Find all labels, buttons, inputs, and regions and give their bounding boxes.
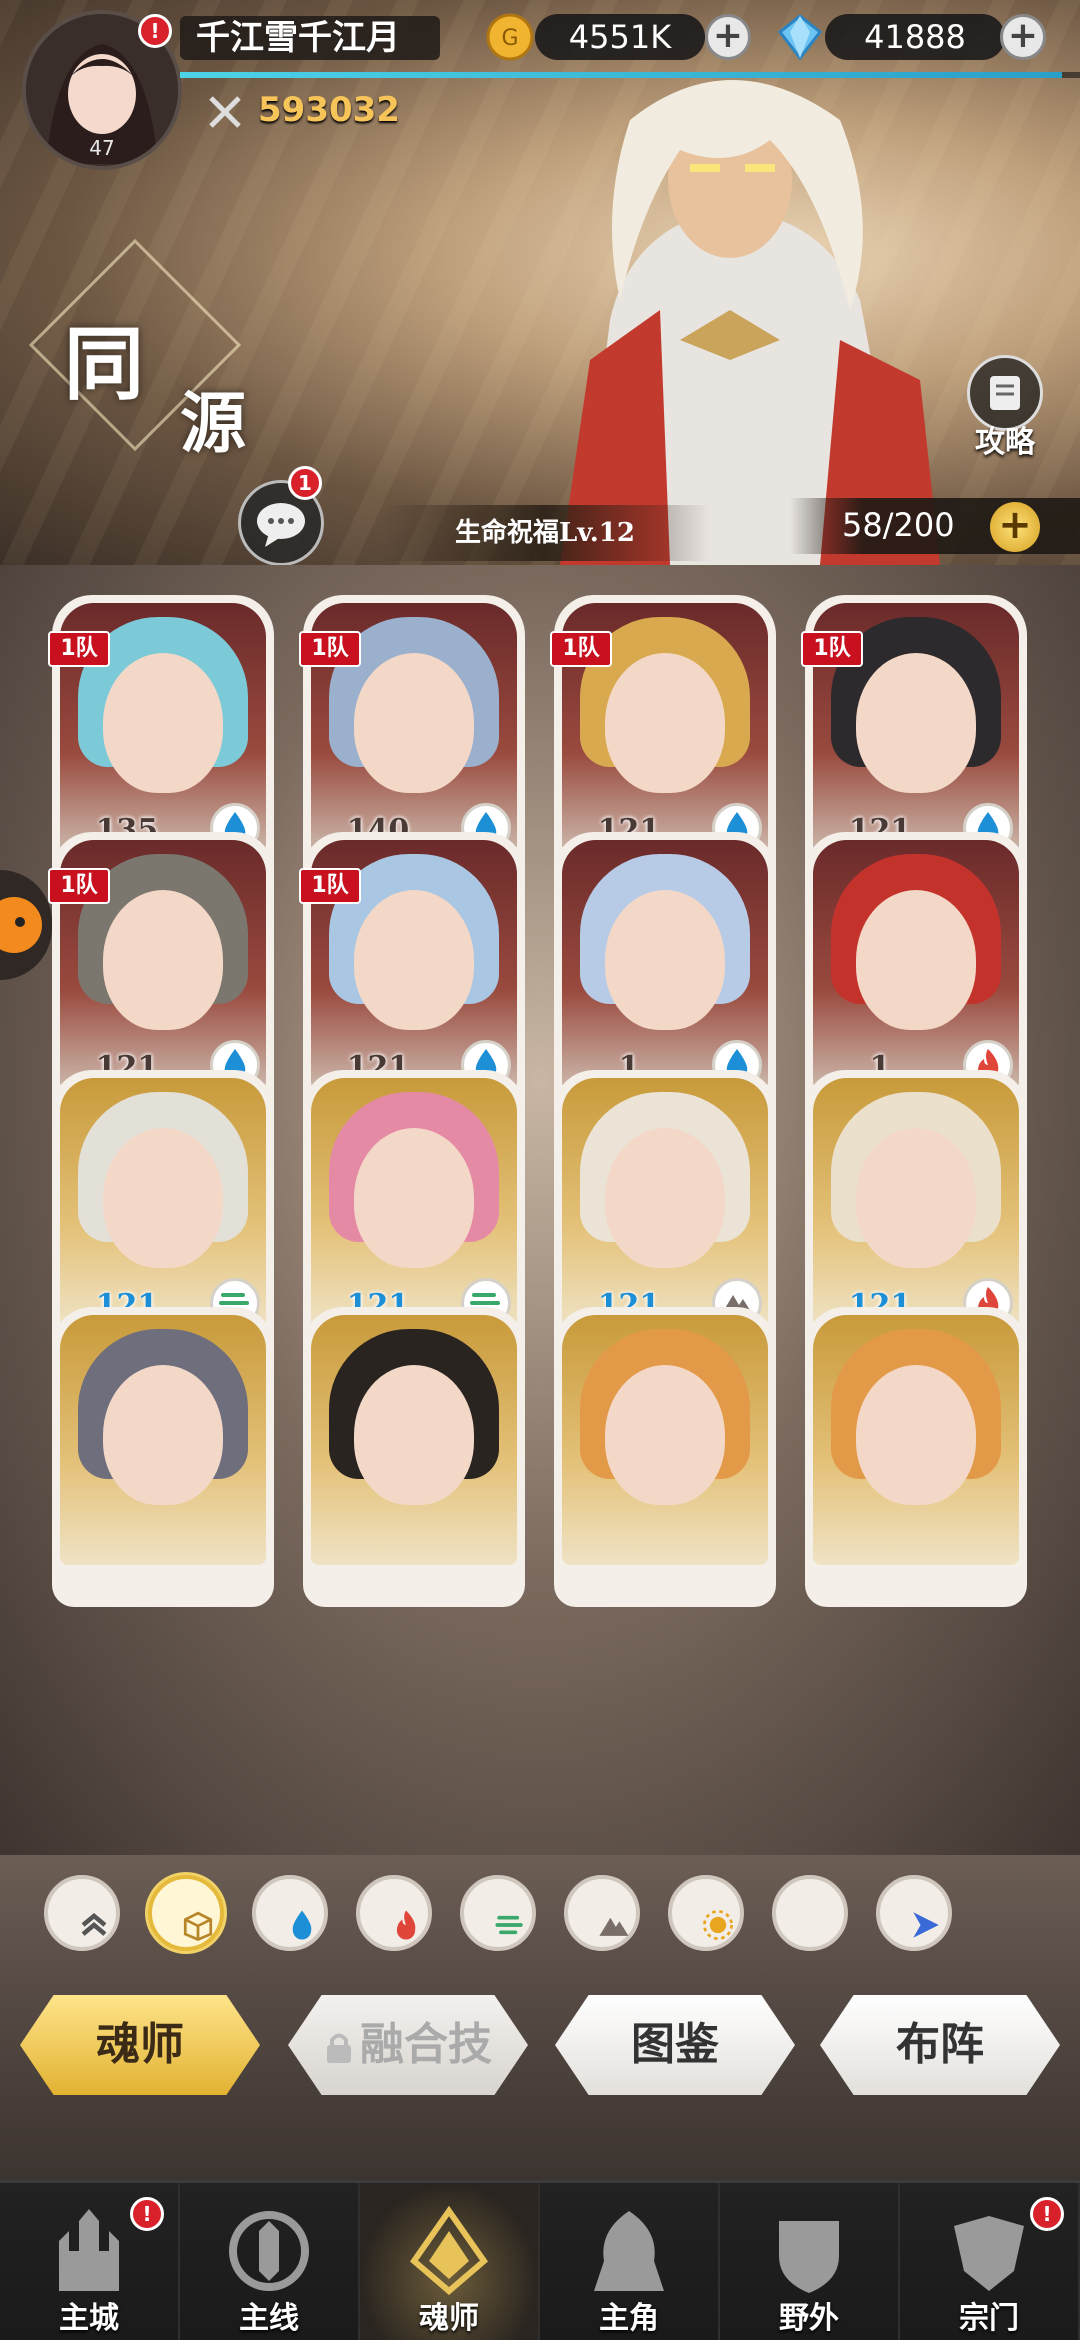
section-tabs: 魂师 融合技 图鉴 布阵 (0, 1965, 1080, 2180)
hero-portrait (311, 1315, 517, 1565)
nav-main-city[interactable]: 主城! (0, 2183, 180, 2340)
hooded-figure-icon (594, 2211, 664, 2291)
hero-portrait (813, 1315, 1019, 1565)
hero-card[interactable] (52, 1307, 274, 1607)
hero-face (856, 653, 976, 793)
nav-notification-badge: ! (1030, 2197, 1064, 2231)
featured-hero-art[interactable] (520, 60, 950, 565)
hero-card[interactable] (554, 1307, 776, 1607)
player-level: 47 (89, 136, 115, 160)
hero-capacity: 58/200 + (790, 498, 1080, 554)
player-name: 千江雪千江月 (180, 16, 440, 60)
hero-face (605, 1128, 725, 1268)
gold-amount: 4551K (535, 14, 705, 60)
nav-label: 主城 (59, 2301, 119, 2336)
side-pet-tab[interactable] (0, 870, 52, 980)
combat-power: 593032 (258, 90, 400, 130)
hero-face (605, 653, 725, 793)
hero-face (856, 890, 976, 1030)
filter-all-box-button[interactable] (148, 1875, 224, 1951)
hero-portrait (60, 1315, 266, 1565)
avatar-notification-badge: ! (138, 14, 172, 48)
title-char-2: 源 (180, 384, 246, 462)
hero-card[interactable] (805, 1307, 1027, 1607)
diamond-icon (777, 14, 823, 61)
hero-face (354, 890, 474, 1030)
resonance-title: 同 源 (20, 238, 290, 470)
lock-icon (327, 2033, 351, 2063)
capacity-count: 58/200 (842, 506, 955, 544)
tab-formation[interactable]: 布阵 (820, 1995, 1060, 2095)
hero-card[interactable] (303, 1307, 525, 1607)
tab-codex[interactable]: 图鉴 (555, 1995, 795, 2095)
filter-special-button[interactable] (876, 1875, 952, 1951)
nav-label: 宗门 (959, 2301, 1019, 2336)
team-tag: 1队 (550, 631, 612, 667)
chat-badge: 1 (288, 466, 322, 500)
hero-face (103, 1128, 223, 1268)
nav-wilderness[interactable]: 野外 (720, 2183, 900, 2340)
tab-formation-label: 布阵 (896, 2019, 984, 2070)
nav-notification-badge: ! (130, 2197, 164, 2231)
life-blessing-label[interactable]: 生命祝福Lv.12 (380, 505, 710, 561)
nav-label: 魂师 (419, 2301, 479, 2336)
filter-light-button[interactable] (668, 1875, 744, 1951)
portal-icon (229, 2211, 309, 2291)
soul-master-icon (409, 2205, 489, 2295)
nav-sect[interactable]: 宗门! (900, 2183, 1080, 2340)
castle-icon (59, 2209, 119, 2291)
filter-earth-button[interactable] (564, 1875, 640, 1951)
filter-fire-button[interactable] (356, 1875, 432, 1951)
team-tag: 1队 (299, 631, 361, 667)
shield-icon (779, 2221, 839, 2293)
add-diamond-button[interactable]: + (1000, 14, 1046, 60)
filter-sort-button[interactable] (44, 1875, 120, 1951)
hero-face (354, 653, 474, 793)
tab-soul-master[interactable]: 魂师 (20, 1995, 260, 2095)
experience-bar (180, 72, 1080, 78)
diamond-amount: 41888 (825, 14, 1005, 60)
hero-face (103, 1365, 223, 1505)
nav-label: 野外 (779, 2301, 839, 2336)
hero-banner: 同 源 47 ! 千江雪千江月 G 4551K + 41888 + 593032 (0, 0, 1080, 565)
crossed-swords-icon (209, 96, 241, 128)
nav-main-story[interactable]: 主线 (180, 2183, 360, 2340)
gold-coin-icon: G (486, 13, 534, 61)
tab-soul-master-label: 魂师 (96, 2019, 184, 2070)
svg-text:G: G (501, 26, 518, 51)
expand-capacity-button[interactable]: + (990, 502, 1040, 552)
filter-water-button[interactable] (252, 1875, 328, 1951)
nav-label: 主角 (599, 2301, 659, 2336)
hero-face (354, 1128, 474, 1268)
hero-card-grid[interactable]: 1队135★★★ 1队140★★ 1队121★★ 1队121★★ 1队121★★… (0, 565, 1080, 1855)
hero-face (103, 653, 223, 793)
tab-fusion-label: 融合技 (360, 2019, 492, 2070)
nav-label: 主线 (239, 2301, 299, 2336)
filter-wind-button[interactable] (460, 1875, 536, 1951)
hero-face (856, 1128, 976, 1268)
tab-codex-label: 图鉴 (631, 2019, 719, 2070)
team-tag: 1队 (801, 631, 863, 667)
pet-icon (0, 897, 42, 953)
hero-face (605, 1365, 725, 1505)
tab-fusion-skill[interactable]: 融合技 (288, 1995, 528, 2095)
team-tag: 1队 (299, 868, 361, 904)
hero-face (605, 890, 725, 1030)
team-tag: 1队 (48, 631, 110, 667)
sect-emblem-icon (954, 2216, 1024, 2291)
hero-face (354, 1365, 474, 1505)
hero-face (856, 1365, 976, 1505)
element-filter-bar (0, 1855, 1080, 1965)
hero-face (103, 890, 223, 1030)
nav-soul-master[interactable]: 魂师 (360, 2183, 540, 2340)
hero-portrait (562, 1315, 768, 1565)
team-tag: 1队 (48, 868, 110, 904)
bottom-navigation: 主城! 主线 魂师 主角 野外 宗门! (0, 2180, 1080, 2340)
filter-dark-button[interactable] (772, 1875, 848, 1951)
guide-button[interactable]: 攻略 (955, 355, 1055, 465)
nav-protagonist[interactable]: 主角 (540, 2183, 720, 2340)
title-char-1: 同 (64, 317, 144, 411)
add-gold-button[interactable]: + (705, 14, 751, 60)
